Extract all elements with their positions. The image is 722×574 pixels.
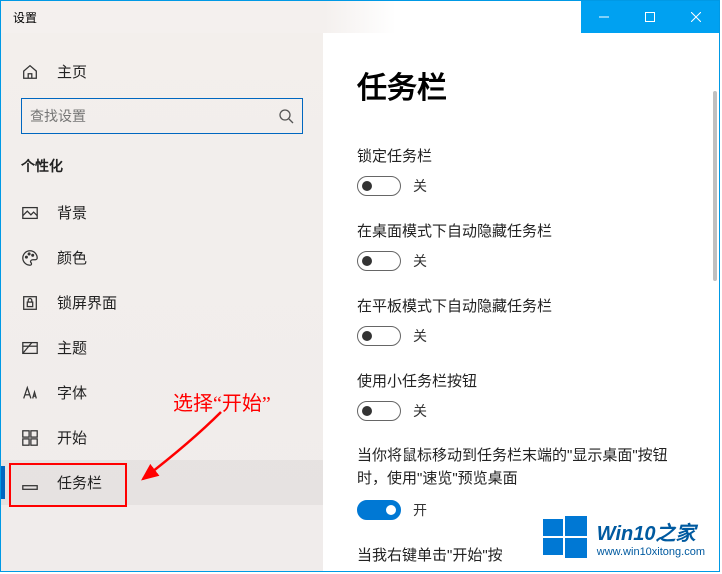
toggle-state: 关 — [413, 401, 427, 421]
toggle-state: 关 — [413, 326, 427, 346]
nav-label: 锁屏界面 — [57, 292, 117, 313]
picture-icon — [21, 204, 39, 222]
setting-lock-taskbar: 锁定任务栏 关 — [357, 145, 685, 196]
windows-logo-icon — [543, 515, 587, 559]
scrollbar[interactable] — [713, 91, 717, 281]
themes-icon — [21, 339, 39, 357]
setting-small-buttons: 使用小任务栏按钮 关 — [357, 370, 685, 421]
setting-label: 在桌面模式下自动隐藏任务栏 — [357, 220, 685, 241]
toggle-state: 关 — [413, 176, 427, 196]
toggle-state: 开 — [413, 500, 427, 520]
watermark-url: www.win10xitong.com — [597, 546, 705, 558]
toggle-lock-taskbar[interactable] — [357, 176, 401, 196]
home-icon — [21, 63, 39, 81]
search-icon — [278, 108, 294, 124]
nav-label: 开始 — [57, 427, 87, 448]
page-title: 任务栏 — [357, 63, 685, 107]
titlebar: 设置 — [1, 1, 719, 33]
close-icon — [691, 12, 701, 22]
toggle-autohide-tablet[interactable] — [357, 326, 401, 346]
setting-label: 锁定任务栏 — [357, 145, 685, 166]
sidebar-item-fonts[interactable]: 字体 — [1, 370, 323, 415]
start-icon — [21, 429, 39, 447]
main-content: 任务栏 锁定任务栏 关 在桌面模式下自动隐藏任务栏 关 在平板模式下自动隐藏任务… — [323, 33, 719, 571]
maximize-icon — [645, 12, 655, 22]
sidebar-item-colors[interactable]: 颜色 — [1, 235, 323, 280]
toggle-small-buttons[interactable] — [357, 401, 401, 421]
maximize-button[interactable] — [627, 1, 673, 33]
nav-label: 字体 — [57, 382, 87, 403]
nav-label: 任务栏 — [57, 472, 102, 493]
toggle-state: 关 — [413, 251, 427, 271]
taskbar-icon — [21, 474, 39, 492]
watermark: Win10之家 www.win10xitong.com — [543, 515, 705, 559]
home-link[interactable]: 主页 — [1, 51, 323, 98]
window-title: 设置 — [13, 9, 37, 26]
sidebar-item-start[interactable]: 开始 — [1, 415, 323, 460]
home-label: 主页 — [57, 61, 87, 82]
sidebar-item-lockscreen[interactable]: 锁屏界面 — [1, 280, 323, 325]
partial-text-2: 在菜单中将命令提示符 — [357, 569, 685, 571]
minimize-icon — [599, 12, 609, 22]
lockscreen-icon — [21, 294, 39, 312]
setting-peek-desktop: 当你将鼠标移动到任务栏末端的"显示桌面"按钮时，使用"速览"预览桌面 开 — [357, 445, 685, 520]
minimize-button[interactable] — [581, 1, 627, 33]
toggle-peek-desktop[interactable] — [357, 500, 401, 520]
sidebar-item-background[interactable]: 背景 — [1, 190, 323, 235]
nav-label: 颜色 — [57, 247, 87, 268]
search-input-wrapper[interactable] — [21, 98, 303, 134]
nav-label: 主题 — [57, 337, 87, 358]
setting-autohide-tablet: 在平板模式下自动隐藏任务栏 关 — [357, 295, 685, 346]
close-button[interactable] — [673, 1, 719, 33]
palette-icon — [21, 249, 39, 267]
sidebar-item-themes[interactable]: 主题 — [1, 325, 323, 370]
sidebar-item-taskbar[interactable]: 任务栏 — [1, 460, 323, 505]
watermark-brand: Win10之家 — [597, 517, 696, 546]
sidebar: 主页 个性化 背景 颜色 锁屏界面 主题 — [1, 33, 323, 571]
setting-autohide-desktop: 在桌面模式下自动隐藏任务栏 关 — [357, 220, 685, 271]
toggle-autohide-desktop[interactable] — [357, 251, 401, 271]
section-label: 个性化 — [1, 156, 323, 190]
nav-label: 背景 — [57, 202, 87, 223]
setting-label: 当你将鼠标移动到任务栏末端的"显示桌面"按钮时，使用"速览"预览桌面 — [357, 445, 685, 490]
setting-label: 在平板模式下自动隐藏任务栏 — [357, 295, 685, 316]
search-input[interactable] — [30, 108, 278, 124]
setting-label: 使用小任务栏按钮 — [357, 370, 685, 391]
fonts-icon — [21, 384, 39, 402]
